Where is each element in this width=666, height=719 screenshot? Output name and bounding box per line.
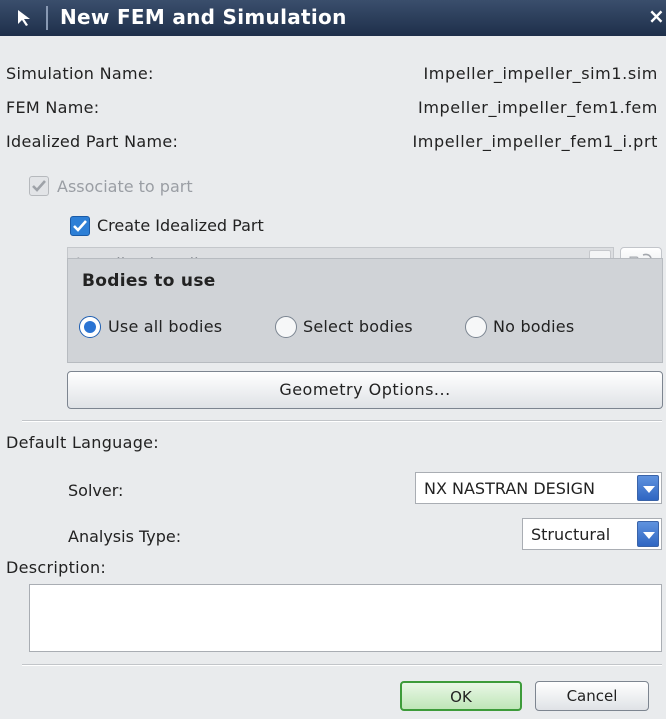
solver-label: Solver: — [68, 481, 124, 500]
geometry-options-button[interactable]: Geometry Options... — [67, 371, 663, 409]
solver-select[interactable]: NX NASTRAN DESIGN — [415, 472, 662, 504]
title-bar: New FEM and Simulation × — [0, 0, 666, 36]
window-title: New FEM and Simulation — [60, 5, 347, 29]
idealized-part-label: Idealized Part Name: — [6, 132, 179, 151]
idealized-part-value: Impeller_impeller_fem1_i.prt — [412, 132, 658, 151]
fem-name-row: FEM Name: Impeller_impeller_fem1.fem — [6, 95, 658, 123]
cancel-button[interactable]: Cancel — [535, 681, 649, 711]
create-idealized-checkbox[interactable] — [70, 216, 90, 236]
chevron-down-icon[interactable] — [637, 475, 659, 501]
simulation-name-value: Impeller_impeller_sim1.sim — [423, 64, 658, 83]
analysis-type-label: Analysis Type: — [68, 527, 182, 546]
fem-name-value: Impeller_impeller_fem1.fem — [418, 98, 658, 117]
use-all-bodies-label: Use all bodies — [108, 317, 223, 336]
title-separator — [46, 6, 48, 30]
analysis-type-select-value: Structural — [531, 525, 611, 544]
bodies-group: Bodies to use Use all bodies Select bodi… — [67, 258, 663, 363]
default-language-label: Default Language: — [6, 433, 159, 452]
no-bodies-label: No bodies — [493, 317, 575, 336]
fem-name-label: FEM Name: — [6, 98, 100, 117]
separator — [22, 664, 662, 666]
simulation-name-row: Simulation Name: Impeller_impeller_sim1.… — [6, 61, 658, 89]
close-icon[interactable]: × — [648, 4, 666, 30]
idealized-part-row: Idealized Part Name: Impeller_impeller_f… — [6, 129, 658, 157]
radio-use-all-bodies[interactable] — [79, 316, 101, 338]
radio-select-bodies[interactable] — [275, 316, 297, 338]
separator — [22, 420, 662, 422]
select-bodies-label: Select bodies — [303, 317, 413, 336]
solver-select-value: NX NASTRAN DESIGN — [424, 479, 595, 498]
description-textarea[interactable] — [29, 584, 662, 652]
associate-checkbox[interactable] — [29, 176, 49, 196]
create-idealized-label: Create Idealized Part — [97, 216, 264, 235]
simulation-name-label: Simulation Name: — [6, 64, 154, 83]
radio-no-bodies[interactable] — [465, 316, 487, 338]
bodies-group-title: Bodies to use — [82, 271, 216, 291]
description-label: Description: — [6, 558, 107, 577]
analysis-type-select[interactable]: Structural — [522, 518, 662, 550]
associate-label: Associate to part — [57, 177, 193, 196]
arrow-cursor-icon — [14, 8, 36, 28]
chevron-down-icon[interactable] — [637, 521, 659, 547]
dialog-body: Simulation Name: Impeller_impeller_sim1.… — [0, 36, 666, 719]
ok-button[interactable]: OK — [400, 681, 522, 711]
